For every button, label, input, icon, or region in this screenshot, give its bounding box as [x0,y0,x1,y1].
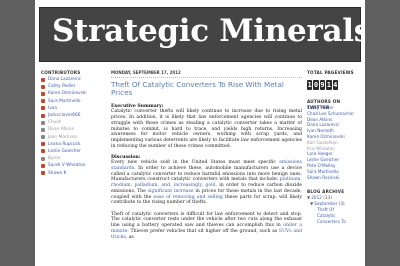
text-segment: . Thieves prefer vehicles that sit highe… [127,228,279,234]
pageview-digit: 0 [313,80,319,90]
contributor-item[interactable]: Jackcclover666 [41,112,109,119]
archive-post-link[interactable]: Converters To [307,219,363,225]
significant-increase-link[interactable]: significant increase [148,189,194,194]
contributor-name[interactable]: Chuck [48,120,61,125]
contributor-item[interactable]: Leana Rupcuck [41,141,109,148]
contributor-name[interactable]: Leana Rupcuck [48,142,81,147]
summary-paragraph: Catalytic converter thefts will likely c… [111,109,302,149]
archive-post-list: Theft Of Catalytic Converters To [307,207,363,225]
text-segment: . In order to achieve these, automobile … [111,165,302,183]
twitter-author-link[interactable]: Shawn Rosinski [307,175,363,181]
pageviews-title: TOTAL PAGEVIEWS [307,70,354,75]
contributor-item[interactable]: Shawn K [41,169,109,176]
contributor-name[interactable]: Shawn K [48,171,67,176]
blogger-profile-icon [41,77,45,82]
right-sidebar: TOTAL PAGEVIEWS 10914 AUTHORS ON TWITTER… [307,70,363,266]
blog-archive-widget: BLOG ARCHIVE ▼2012 (33) ▼September (3) T… [307,189,363,225]
contributor-name[interactable]: Karen Ozminovski [48,91,87,96]
archive-month[interactable]: September [314,201,337,206]
contributor-item[interactable]: Chuck [41,119,109,126]
pageview-digit: 1 [326,80,332,90]
blogger-profile-icon [41,91,45,96]
blog-title[interactable]: Strategic Minerals [52,13,365,49]
contributor-item[interactable]: Dean Atkins [41,126,109,133]
blogger-profile-icon [41,149,45,154]
blogger-profile-icon [41,163,45,168]
contributor-item[interactable]: Cathy Pedler [41,83,109,90]
expand-triangle-icon[interactable]: ▼ [310,201,313,206]
blogger-profile-icon [41,142,45,147]
archive-year-count: (33) [323,195,332,201]
post-title[interactable]: Theft Of Catalytic Converters To Rise Wi… [111,80,302,99]
post-column: MONDAY, SEPTEMBER 17, 2012 Theft Of Cata… [111,70,302,266]
archive-month-count: (3) [338,201,345,207]
text-segment: Every new vehicle sold in the United Sta… [111,160,280,166]
contributor-item[interactable]: Sara Martinello [41,98,109,105]
contributor-name[interactable]: Byron [48,156,61,161]
blogger-profile-icon [41,99,45,104]
contributor-item[interactable]: Karen Ozminovski [41,90,109,97]
blogger-profile-icon [41,106,45,111]
blogger-profile-icon [41,127,45,132]
text-segment: Theft of catalytic converters is difficu… [111,211,302,229]
ease-of-removing-link[interactable]: ease of removing and selling [153,195,222,200]
blog-page: Strategic Minerals CONTRIBUTORS Dana Laz… [35,0,365,266]
contributor-item[interactable]: Dana Lazarevic [41,76,109,83]
contributors-list: Dana Lazarevic Cathy Pedler Karen Ozminovs… [41,76,109,177]
contributor-name[interactable]: Dana Lazarevic [48,77,81,82]
blogger-profile-icon [41,156,45,161]
left-sidebar: CONTRIBUTORS Dana Lazarevic Cathy Pedler K… [41,70,109,266]
pageview-digit: 1 [307,80,313,90]
contributor-name[interactable]: Jackcclover666 [48,113,80,118]
discussion-paragraph-1: Every new vehicle sold in the United Sta… [111,160,302,206]
contributor-name[interactable]: Jean Morrison [48,135,77,140]
contributor-item[interactable]: Leslie Goelcher [41,148,109,155]
authors-twitter-list: Cathy Pedler Chad Lee Schumacher Dean Atki… [307,105,363,180]
pageview-digit: 9 [319,80,326,90]
blogger-profile-icon [41,171,45,176]
authors-twitter-widget: AUTHORS ON TWITTER Cathy Pedler Chad Lee … [307,99,363,180]
blog-header: Strategic Minerals [39,7,365,62]
contributor-name[interactable]: Dean Atkins [48,127,74,132]
contributor-name[interactable]: Leslie Goelcher [48,149,81,154]
pageviews-counter: 10914 [307,80,363,90]
contributor-item[interactable]: Ivan [41,105,109,112]
blogger-profile-icon [41,84,45,89]
blogger-profile-icon [41,120,45,125]
contributor-item[interactable]: Sarah V Wheaton [41,162,109,169]
expand-triangle-icon[interactable]: ▼ [307,195,310,200]
contributor-item[interactable]: Jean Morrison [41,134,109,141]
contributor-name[interactable]: Sarah V Wheaton [48,163,85,168]
post-date: MONDAY, SEPTEMBER 17, 2012 [111,70,302,78]
archive-year[interactable]: 2012 [311,195,322,200]
contributor-name[interactable]: Cathy Pedler [48,84,75,89]
contributor-name[interactable]: Sara Martinello [48,99,81,104]
contributor-item[interactable]: Byron [41,155,109,162]
text-segment: , as [125,234,134,240]
blogger-profile-icon [41,135,45,140]
contributor-name[interactable]: Ivan [48,106,57,111]
blogger-profile-icon [41,113,45,118]
pageview-digit: 4 [332,80,338,90]
discussion-paragraph-2: Theft of catalytic converters is difficu… [111,212,302,241]
